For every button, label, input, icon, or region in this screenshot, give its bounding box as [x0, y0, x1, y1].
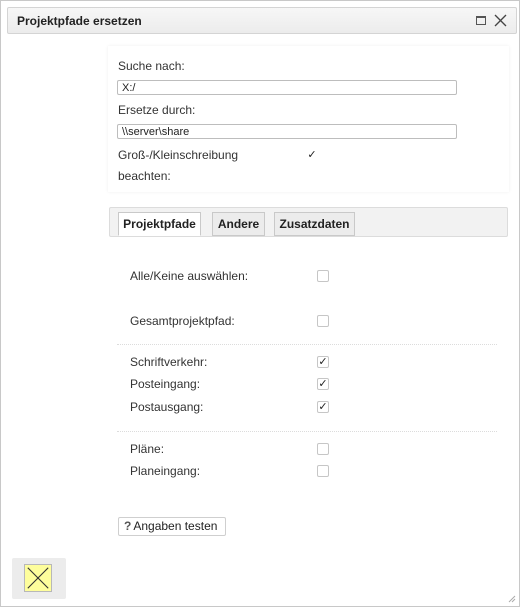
tab-andere[interactable]: Andere	[212, 212, 265, 236]
close-icon[interactable]	[494, 14, 507, 27]
maximize-icon[interactable]	[476, 16, 486, 25]
cancel-x-icon	[24, 564, 52, 592]
test-input-button[interactable]: ? Angaben testen	[118, 517, 226, 536]
question-mark-icon: ?	[124, 519, 132, 533]
search-label: Suche nach:	[118, 59, 185, 73]
posteingang-label: Posteingang:	[130, 377, 201, 391]
divider	[117, 344, 497, 345]
divider	[117, 431, 497, 432]
plaene-label: Pläne:	[130, 442, 165, 456]
dialog-title: Projektpfade ersetzen	[17, 14, 142, 28]
planeingang-checkbox[interactable]	[317, 465, 329, 477]
resize-grip-icon[interactable]	[508, 595, 516, 603]
test-input-label: Angaben testen	[133, 519, 218, 533]
search-input[interactable]	[117, 80, 457, 95]
cancel-button[interactable]	[12, 558, 66, 599]
gesamtprojektpfad-label: Gesamtprojektpfad:	[130, 314, 235, 328]
select-all-checkbox[interactable]	[317, 270, 329, 282]
tab-projektpfade[interactable]: Projektpfade	[118, 212, 201, 236]
replace-input[interactable]	[117, 124, 457, 139]
posteingang-checkbox[interactable]: ✓	[317, 378, 329, 390]
replace-paths-dialog: Projektpfade ersetzen Suche nach: Ersetz…	[0, 0, 520, 607]
schriftverkehr-checkbox[interactable]: ✓	[317, 356, 329, 368]
postausgang-checkbox[interactable]: ✓	[317, 401, 329, 413]
gesamtprojektpfad-checkbox[interactable]	[317, 315, 329, 327]
postausgang-label: Postausgang:	[130, 400, 204, 414]
plaene-checkbox[interactable]	[317, 443, 329, 455]
dialog-titlebar[interactable]: Projektpfade ersetzen	[7, 7, 517, 34]
case-sensitive-label-line2: beachten:	[118, 169, 171, 183]
tab-zusatzdaten[interactable]: Zusatzdaten	[274, 212, 355, 236]
case-sensitive-checkbox[interactable]: ✓	[306, 149, 318, 161]
case-sensitive-label-line1: Groß-/Kleinschreibung	[118, 148, 239, 162]
replace-label: Ersetze durch:	[118, 103, 196, 117]
schriftverkehr-label: Schriftverkehr:	[130, 355, 208, 369]
planeingang-label: Planeingang:	[130, 464, 201, 478]
select-all-label: Alle/Keine auswählen:	[130, 269, 249, 283]
